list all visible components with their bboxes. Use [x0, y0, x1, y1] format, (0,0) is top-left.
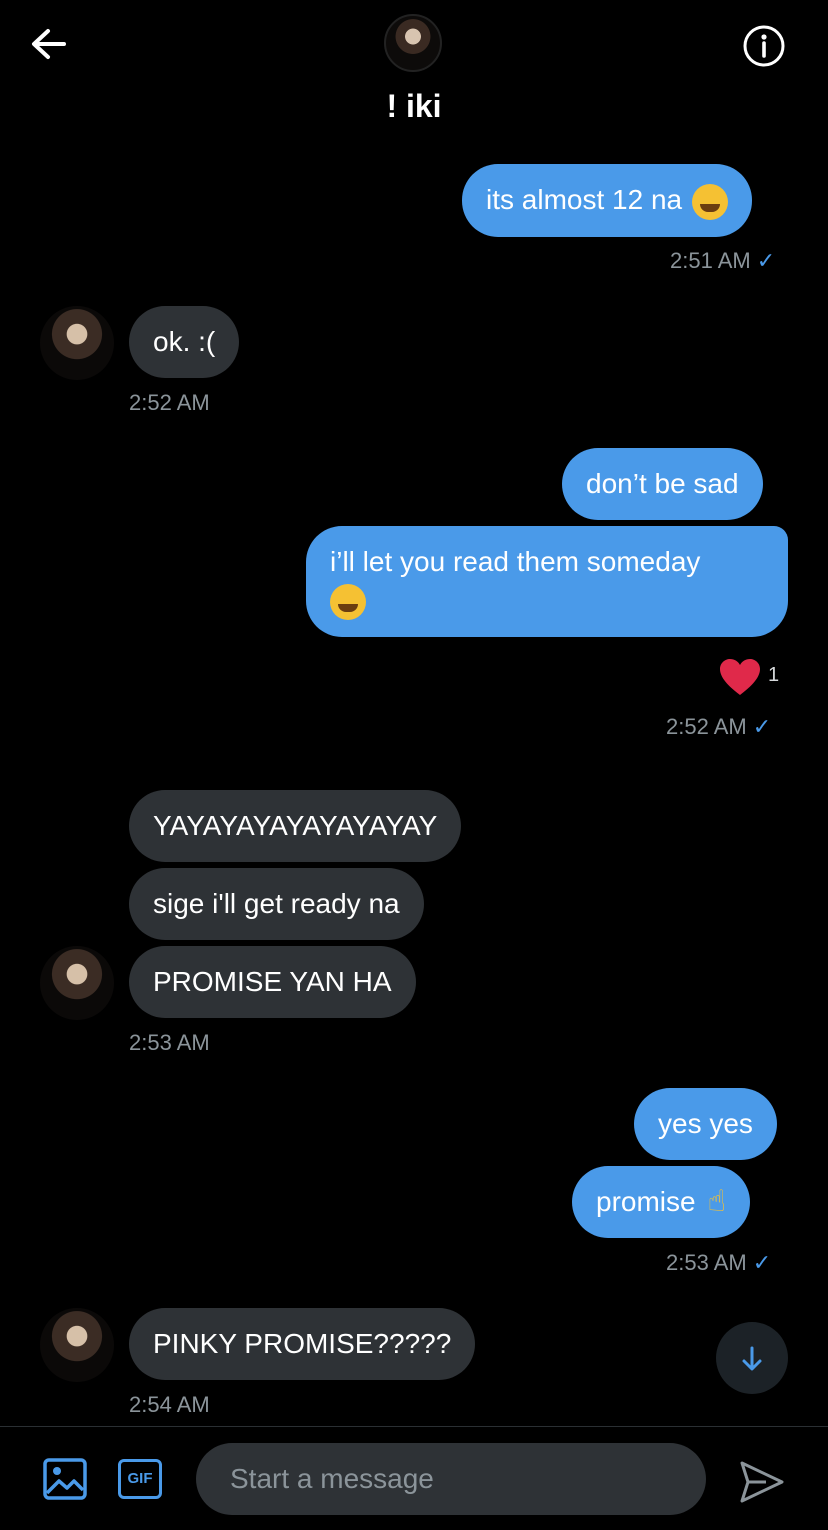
read-check-icon: ✓: [752, 1250, 772, 1275]
message-text: yes yes: [658, 1108, 753, 1139]
info-button[interactable]: [742, 24, 786, 68]
incoming-message[interactable]: ok. :(: [129, 306, 240, 378]
incoming-message[interactable]: YAYAYAYAYAYAYAYAY: [129, 790, 462, 862]
message-timestamp: 2:53 AM: [129, 1030, 210, 1055]
message-text: sige i'll get ready na: [153, 888, 400, 919]
message-text: PROMISE YAN HA: [153, 966, 392, 997]
contact-avatar-small[interactable]: [40, 306, 114, 380]
send-button[interactable]: [738, 1459, 786, 1505]
read-check-icon: ✓: [756, 248, 776, 273]
message-text: ok. :(: [153, 326, 216, 357]
contact-avatar-small[interactable]: [40, 946, 114, 1020]
laughing-face-emoji-icon: [692, 183, 729, 220]
incoming-message[interactable]: PINKY PROMISE?????: [129, 1308, 476, 1380]
contact-name[interactable]: ! iki: [0, 88, 828, 125]
gif-button[interactable]: GIF: [118, 1459, 162, 1499]
message-timestamp: 2:51 AM ✓: [670, 248, 776, 273]
conversation-header: ! iki: [0, 0, 828, 140]
message-text: don’t be sad: [586, 468, 739, 499]
reaction-count: 1: [768, 664, 780, 686]
message-text: YAYAYAYAYAYAYAYAY: [153, 810, 438, 841]
contact-avatar-small[interactable]: [40, 1308, 114, 1382]
grinning-face-emoji-icon: [330, 583, 366, 620]
send-icon: [740, 1461, 784, 1503]
scroll-to-bottom-button[interactable]: [716, 1322, 788, 1394]
outgoing-message[interactable]: promise ☝: [572, 1166, 750, 1238]
read-check-icon: ✓: [752, 714, 772, 739]
arrow-left-icon: [32, 29, 66, 59]
index-pointing-up-emoji-icon: ☝: [707, 1185, 726, 1218]
message-timestamp: 2:54 AM: [129, 1392, 210, 1417]
heart-icon[interactable]: [718, 657, 762, 697]
outgoing-message[interactable]: yes yes: [634, 1088, 777, 1160]
message-text: i’ll let you read them someday: [330, 546, 701, 577]
incoming-message[interactable]: sige i'll get ready na: [129, 868, 424, 940]
info-circle-icon: [743, 25, 785, 67]
message-timestamp: 2:52 AM: [129, 390, 210, 415]
image-icon: [43, 1458, 87, 1500]
message-timestamp: 2:52 AM ✓: [666, 714, 772, 739]
message-timestamp: 2:53 AM ✓: [666, 1250, 772, 1275]
outgoing-message[interactable]: i’ll let you read them someday: [306, 526, 788, 637]
message-composer: GIF: [0, 1426, 828, 1530]
message-text: PINKY PROMISE?????: [153, 1328, 452, 1359]
outgoing-message[interactable]: don’t be sad: [562, 448, 763, 520]
contact-avatar[interactable]: [384, 14, 442, 72]
message-text: its almost 12 na: [486, 184, 683, 215]
incoming-message[interactable]: PROMISE YAN HA: [129, 946, 416, 1018]
outgoing-message[interactable]: its almost 12 na: [462, 164, 753, 237]
back-button[interactable]: [28, 26, 70, 62]
add-image-button[interactable]: [42, 1457, 88, 1501]
message-input[interactable]: [196, 1443, 706, 1515]
arrow-down-icon: [742, 1346, 762, 1371]
message-text: promise: [596, 1186, 696, 1217]
